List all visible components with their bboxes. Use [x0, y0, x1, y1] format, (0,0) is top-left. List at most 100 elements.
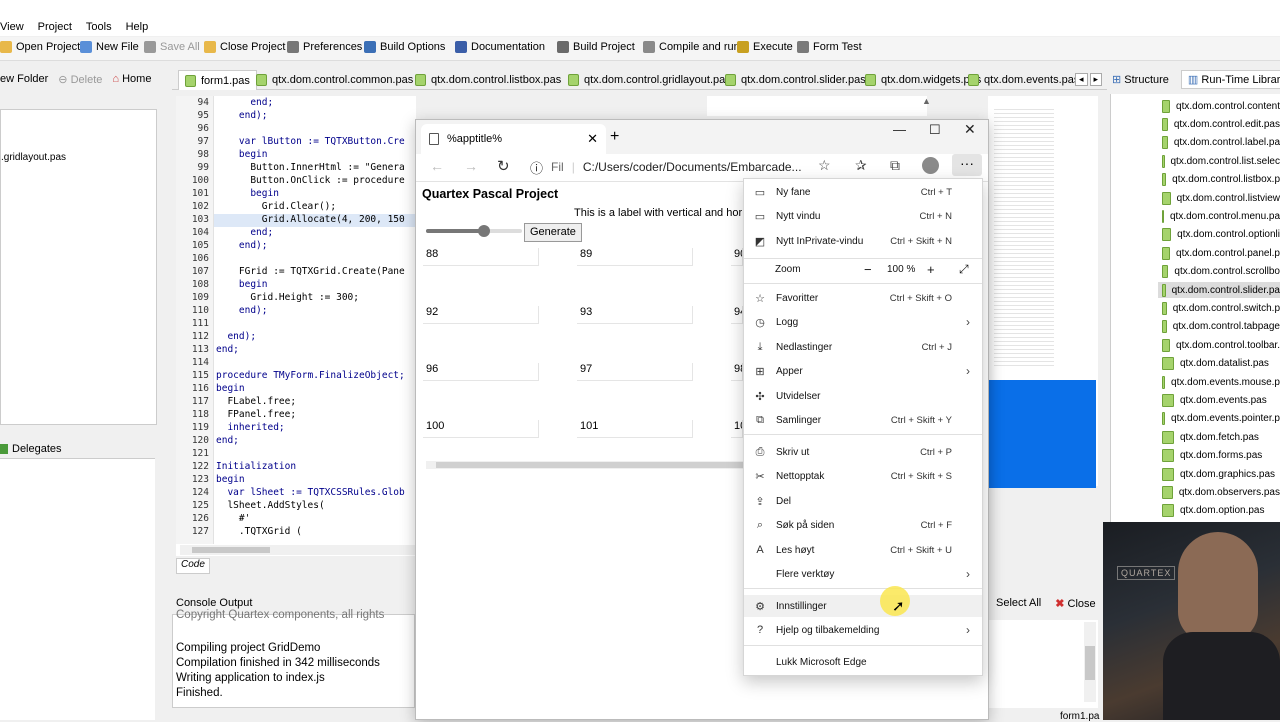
- menu-item-del[interactable]: ⇪Del: [744, 490, 982, 512]
- runtime-file-item[interactable]: qtx.dom.graphics.pas: [1162, 466, 1280, 482]
- menu-item-utvidelser[interactable]: ✣Utvidelser: [744, 385, 982, 407]
- tab-qtx-dom-control-listbox-pas[interactable]: qtx.dom.control.listbox.pas: [415, 70, 561, 90]
- runtime-file-item[interactable]: qtx.dom.events.pointer.p: [1162, 411, 1280, 427]
- menu-item-hjelp-og-tilbakemelding[interactable]: ?Hjelp og tilbakemelding›: [744, 619, 982, 641]
- new-tab-plus-icon[interactable]: +: [610, 128, 619, 146]
- grid-hscrollbar[interactable]: [426, 461, 744, 469]
- favorites-list-icon[interactable]: ✰: [855, 157, 867, 174]
- toolbar-button-build-options[interactable]: Build Options: [364, 41, 445, 53]
- tab-scroll-left-icon[interactable]: ◂: [1075, 73, 1088, 86]
- runtime-file-item[interactable]: qtx.dom.option.pas: [1162, 503, 1280, 519]
- runtime-file-item[interactable]: qtx.dom.events.pas: [1162, 392, 1280, 408]
- tab-qtx-dom-widgets-pas[interactable]: qtx.dom.widgets.pas: [865, 70, 981, 90]
- maximize-icon[interactable]: ☐: [929, 122, 941, 138]
- more-options-icon[interactable]: ···: [952, 154, 982, 176]
- runtime-file-item[interactable]: qtx.dom.control.scrollbo: [1162, 264, 1280, 280]
- tree-item-gridlayout[interactable]: .gridlayout.pas: [1, 152, 66, 163]
- menu-view[interactable]: View: [0, 21, 24, 33]
- scroll-up-icon[interactable]: ▲: [922, 96, 934, 116]
- toolbar-button-build-project[interactable]: Build Project: [557, 41, 635, 53]
- menu-item-apper[interactable]: ⊞Apper›: [744, 360, 982, 382]
- runtime-file-item[interactable]: qtx.dom.control.switch.p: [1162, 300, 1280, 316]
- runtime-file-item[interactable]: qtx.dom.control.tabpage: [1162, 319, 1280, 335]
- runtime-file-item[interactable]: qtx.dom.control.label.pa: [1162, 135, 1280, 151]
- runtime-file-item[interactable]: qtx.dom.observers.pas: [1162, 484, 1280, 500]
- toolbar-button-new-file[interactable]: New File: [80, 41, 139, 53]
- toolbar-button-execute[interactable]: Execute: [737, 41, 793, 53]
- menu-item-favoritter[interactable]: ☆FavoritterCtrl + Skift + O: [744, 287, 982, 309]
- forward-icon[interactable]: →: [464, 158, 478, 174]
- generate-button[interactable]: Generate: [524, 223, 582, 242]
- minimap-viewport[interactable]: [988, 380, 1096, 488]
- favorite-star-icon[interactable]: ☆: [818, 157, 831, 174]
- runtime-file-item[interactable]: qtx.dom.fetch.pas: [1162, 429, 1280, 445]
- menu-tools[interactable]: Tools: [86, 21, 112, 33]
- back-icon[interactable]: ←: [430, 158, 444, 174]
- menu-help[interactable]: Help: [126, 21, 149, 33]
- runtime-file-item[interactable]: qtx.dom.control.menu.pa: [1162, 208, 1280, 224]
- runtime-file-item[interactable]: qtx.dom.control.listbox.p: [1162, 172, 1280, 188]
- zoom-in-icon[interactable]: +: [927, 262, 935, 277]
- toolbar-button-form-test[interactable]: Form Test: [797, 41, 862, 53]
- collections-icon[interactable]: ⧉: [890, 157, 900, 174]
- toolbar-button-compile-and-run[interactable]: Compile and run: [643, 41, 740, 53]
- tab-structure[interactable]: ⊞ Structure: [1112, 73, 1169, 86]
- select-all-button[interactable]: Select All: [996, 597, 1041, 609]
- zoom-out-icon[interactable]: −: [864, 262, 872, 277]
- runtime-file-item[interactable]: qtx.dom.control.list.selec: [1162, 153, 1280, 169]
- toolbar-button-close-project[interactable]: Close Project: [204, 41, 285, 53]
- menu-item-les-høyt[interactable]: ALes høytCtrl + Skift + U: [744, 539, 982, 561]
- runtime-file-item[interactable]: qtx.dom.control.optionli: [1162, 227, 1280, 243]
- delegates-tab[interactable]: Delegates: [0, 440, 157, 458]
- runtime-file-item[interactable]: qtx.dom.forms.pas: [1162, 448, 1280, 464]
- range-slider[interactable]: [426, 224, 522, 238]
- profile-avatar[interactable]: [922, 157, 939, 174]
- fullscreen-icon[interactable]: ⤢: [959, 262, 969, 277]
- window-close-icon[interactable]: ✕: [964, 121, 976, 138]
- tab-qtx-dom-control-gridlayout-pas[interactable]: qtx.dom.control.gridlayout.pas: [568, 70, 731, 90]
- tab-qtx-dom-control-common-pas[interactable]: qtx.dom.control.common.pas: [256, 70, 413, 90]
- url-field[interactable]: ⓘ Fil | C:/Users/coder/Documents/Embarca…: [530, 156, 810, 178]
- menu-item-skriv-ut[interactable]: ⎙Skriv utCtrl + P: [744, 441, 982, 463]
- menu-item-ny-fane[interactable]: ▭Ny faneCtrl + T: [744, 181, 982, 203]
- toolbar-button-save-all[interactable]: Save All: [144, 41, 200, 53]
- browser-tab[interactable]: %apptitle% ✕: [421, 124, 606, 154]
- menu-item-nytt-vindu[interactable]: ▭Nytt vinduCtrl + N: [744, 205, 982, 227]
- menu-item-samlinger[interactable]: ⧉SamlingerCtrl + Skift + Y: [744, 409, 982, 431]
- toolbar-button-documentation[interactable]: Documentation: [455, 41, 545, 53]
- code-minimap[interactable]: [988, 96, 1098, 486]
- console-close-button[interactable]: ✖ Close: [1055, 597, 1095, 610]
- menu-item-nettopptak[interactable]: ✂NettopptakCtrl + Skift + S: [744, 465, 982, 487]
- menu-item-nytt-inprivate-vindu[interactable]: ◩Nytt InPrivate-vinduCtrl + Skift + N: [744, 230, 982, 252]
- runtime-file-item[interactable]: qtx.dom.events.mouse.p: [1162, 374, 1280, 390]
- runtime-file-item[interactable]: qtx.dom.control.listview: [1162, 190, 1280, 206]
- runtime-file-item[interactable]: qtx.dom.control.content: [1162, 98, 1280, 114]
- home-button[interactable]: ⌂ Home: [112, 73, 151, 85]
- minimize-icon[interactable]: —: [893, 122, 906, 137]
- editor-hscrollbar[interactable]: [180, 545, 416, 555]
- toolbar-button-preferences[interactable]: Preferences: [287, 41, 362, 53]
- menu-item-innstillinger[interactable]: ⚙Innstillinger: [744, 595, 982, 617]
- runtime-file-item[interactable]: qtx.dom.control.edit.pas: [1162, 116, 1280, 132]
- tab-qtx-dom-control-slider-pas[interactable]: qtx.dom.control.slider.pas: [725, 70, 866, 90]
- new-folder-button[interactable]: ew Folder: [0, 73, 48, 85]
- toolbar-button-open-project[interactable]: Open Project: [0, 41, 80, 53]
- delete-button[interactable]: ⊖ Delete: [58, 73, 102, 86]
- menu-item-søk-på-siden[interactable]: ⌕Søk på sidenCtrl + F: [744, 514, 982, 536]
- menu-item-flere-verktøy[interactable]: Flere verktøy›: [744, 563, 982, 585]
- menu-item-lukk-microsoft-edge[interactable]: Lukk Microsoft Edge: [744, 651, 982, 673]
- code-tab[interactable]: Code: [176, 558, 210, 574]
- tab-runtime-library[interactable]: ▥ Run-Time Library: [1181, 70, 1280, 89]
- menu-item-nedlastinger[interactable]: ⤓NedlastingerCtrl + J: [744, 336, 982, 358]
- runtime-file-item[interactable]: qtx.dom.control.toolbar.: [1162, 337, 1280, 353]
- tab-qtx-dom-events-pas[interactable]: qtx.dom.events.pas: [968, 70, 1079, 90]
- tab-scroll-right-icon[interactable]: ▸: [1090, 73, 1103, 86]
- runtime-file-item[interactable]: qtx.dom.control.panel.p: [1162, 245, 1280, 261]
- menu-item-logg[interactable]: ◷Logg›: [744, 311, 982, 333]
- refresh-icon[interactable]: ↻: [497, 157, 510, 175]
- runtime-file-item[interactable]: qtx.dom.datalist.pas: [1162, 356, 1280, 372]
- console-vscrollbar[interactable]: [1084, 622, 1096, 702]
- runtime-file-item[interactable]: qtx.dom.control.slider.pa: [1162, 282, 1280, 298]
- tab-form1-pas[interactable]: form1.pas: [178, 70, 257, 90]
- menu-project[interactable]: Project: [38, 21, 72, 33]
